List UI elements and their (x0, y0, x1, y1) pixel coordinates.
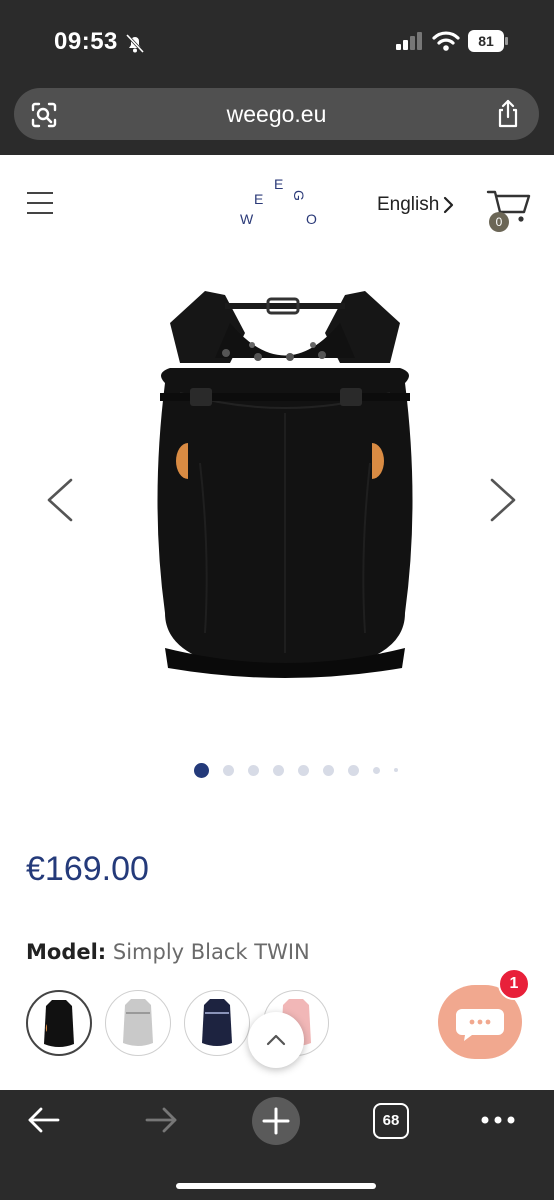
signal-icon (396, 32, 422, 50)
scroll-to-top-button[interactable] (248, 1012, 304, 1068)
gallery-dot-5[interactable] (298, 764, 309, 776)
variant-swatch-black[interactable] (26, 990, 92, 1056)
hamburger-menu-icon[interactable] (27, 192, 53, 218)
browser-top-bar: 09:53 81 weego.eu (0, 0, 554, 155)
gallery-dot-3[interactable] (248, 764, 259, 776)
more-icon[interactable] (480, 1113, 516, 1127)
logo-letter-e2: E (274, 176, 283, 192)
chevron-left-icon[interactable] (45, 478, 75, 522)
product-price: €169.00 (26, 850, 149, 888)
logo-letter-e1: E (254, 191, 263, 207)
product-image-carrier[interactable] (150, 283, 420, 683)
wifi-icon (432, 31, 460, 51)
model-line: Model: Simply Black TWIN (26, 940, 310, 964)
url-text[interactable]: weego.eu (14, 101, 539, 128)
gallery-dot-6[interactable] (323, 764, 334, 776)
chevron-up-icon (266, 1034, 286, 1046)
gallery-pagination (194, 762, 412, 778)
weego-logo[interactable]: W E E G O (228, 172, 328, 232)
gallery-dot-4[interactable] (273, 764, 284, 776)
status-time: 09:53 (54, 28, 118, 55)
logo-letter-w: W (240, 211, 254, 227)
new-tab-button[interactable] (252, 1097, 300, 1145)
gallery-dot-7[interactable] (348, 764, 359, 776)
chevron-right-icon[interactable] (443, 196, 455, 214)
home-indicator (176, 1183, 376, 1189)
model-value: Simply Black TWIN (112, 940, 310, 964)
language-selector[interactable]: English (377, 194, 439, 216)
variant-thumbnail (44, 1000, 74, 1047)
variant-thumbnail (202, 999, 232, 1046)
bell-slash-icon (125, 33, 145, 54)
forward-icon[interactable] (143, 1105, 179, 1135)
chat-unread-badge[interactable]: 1 (498, 968, 530, 1000)
variant-swatch-navy[interactable] (184, 990, 250, 1056)
gallery-dot-9[interactable] (394, 768, 398, 772)
battery-icon: 81 (468, 30, 508, 52)
variant-swatch-grey[interactable] (105, 990, 171, 1056)
cart-count-badge[interactable]: 0 (489, 212, 509, 232)
gallery-dot-1[interactable] (194, 762, 209, 778)
gallery-dot-8[interactable] (373, 766, 380, 774)
address-bar[interactable]: weego.eu (14, 88, 539, 140)
battery-level: 81 (468, 30, 504, 52)
chevron-right-icon[interactable] (488, 478, 518, 522)
share-icon[interactable] (495, 99, 521, 129)
back-icon[interactable] (26, 1105, 62, 1135)
gallery-dot-2[interactable] (223, 764, 234, 776)
logo-letter-g: G (291, 190, 307, 201)
model-label: Model: (26, 940, 107, 964)
tabs-button[interactable]: 68 (373, 1103, 409, 1139)
variant-thumbnail (123, 999, 153, 1046)
logo-letter-o: O (306, 211, 317, 227)
plus-icon (262, 1107, 290, 1135)
